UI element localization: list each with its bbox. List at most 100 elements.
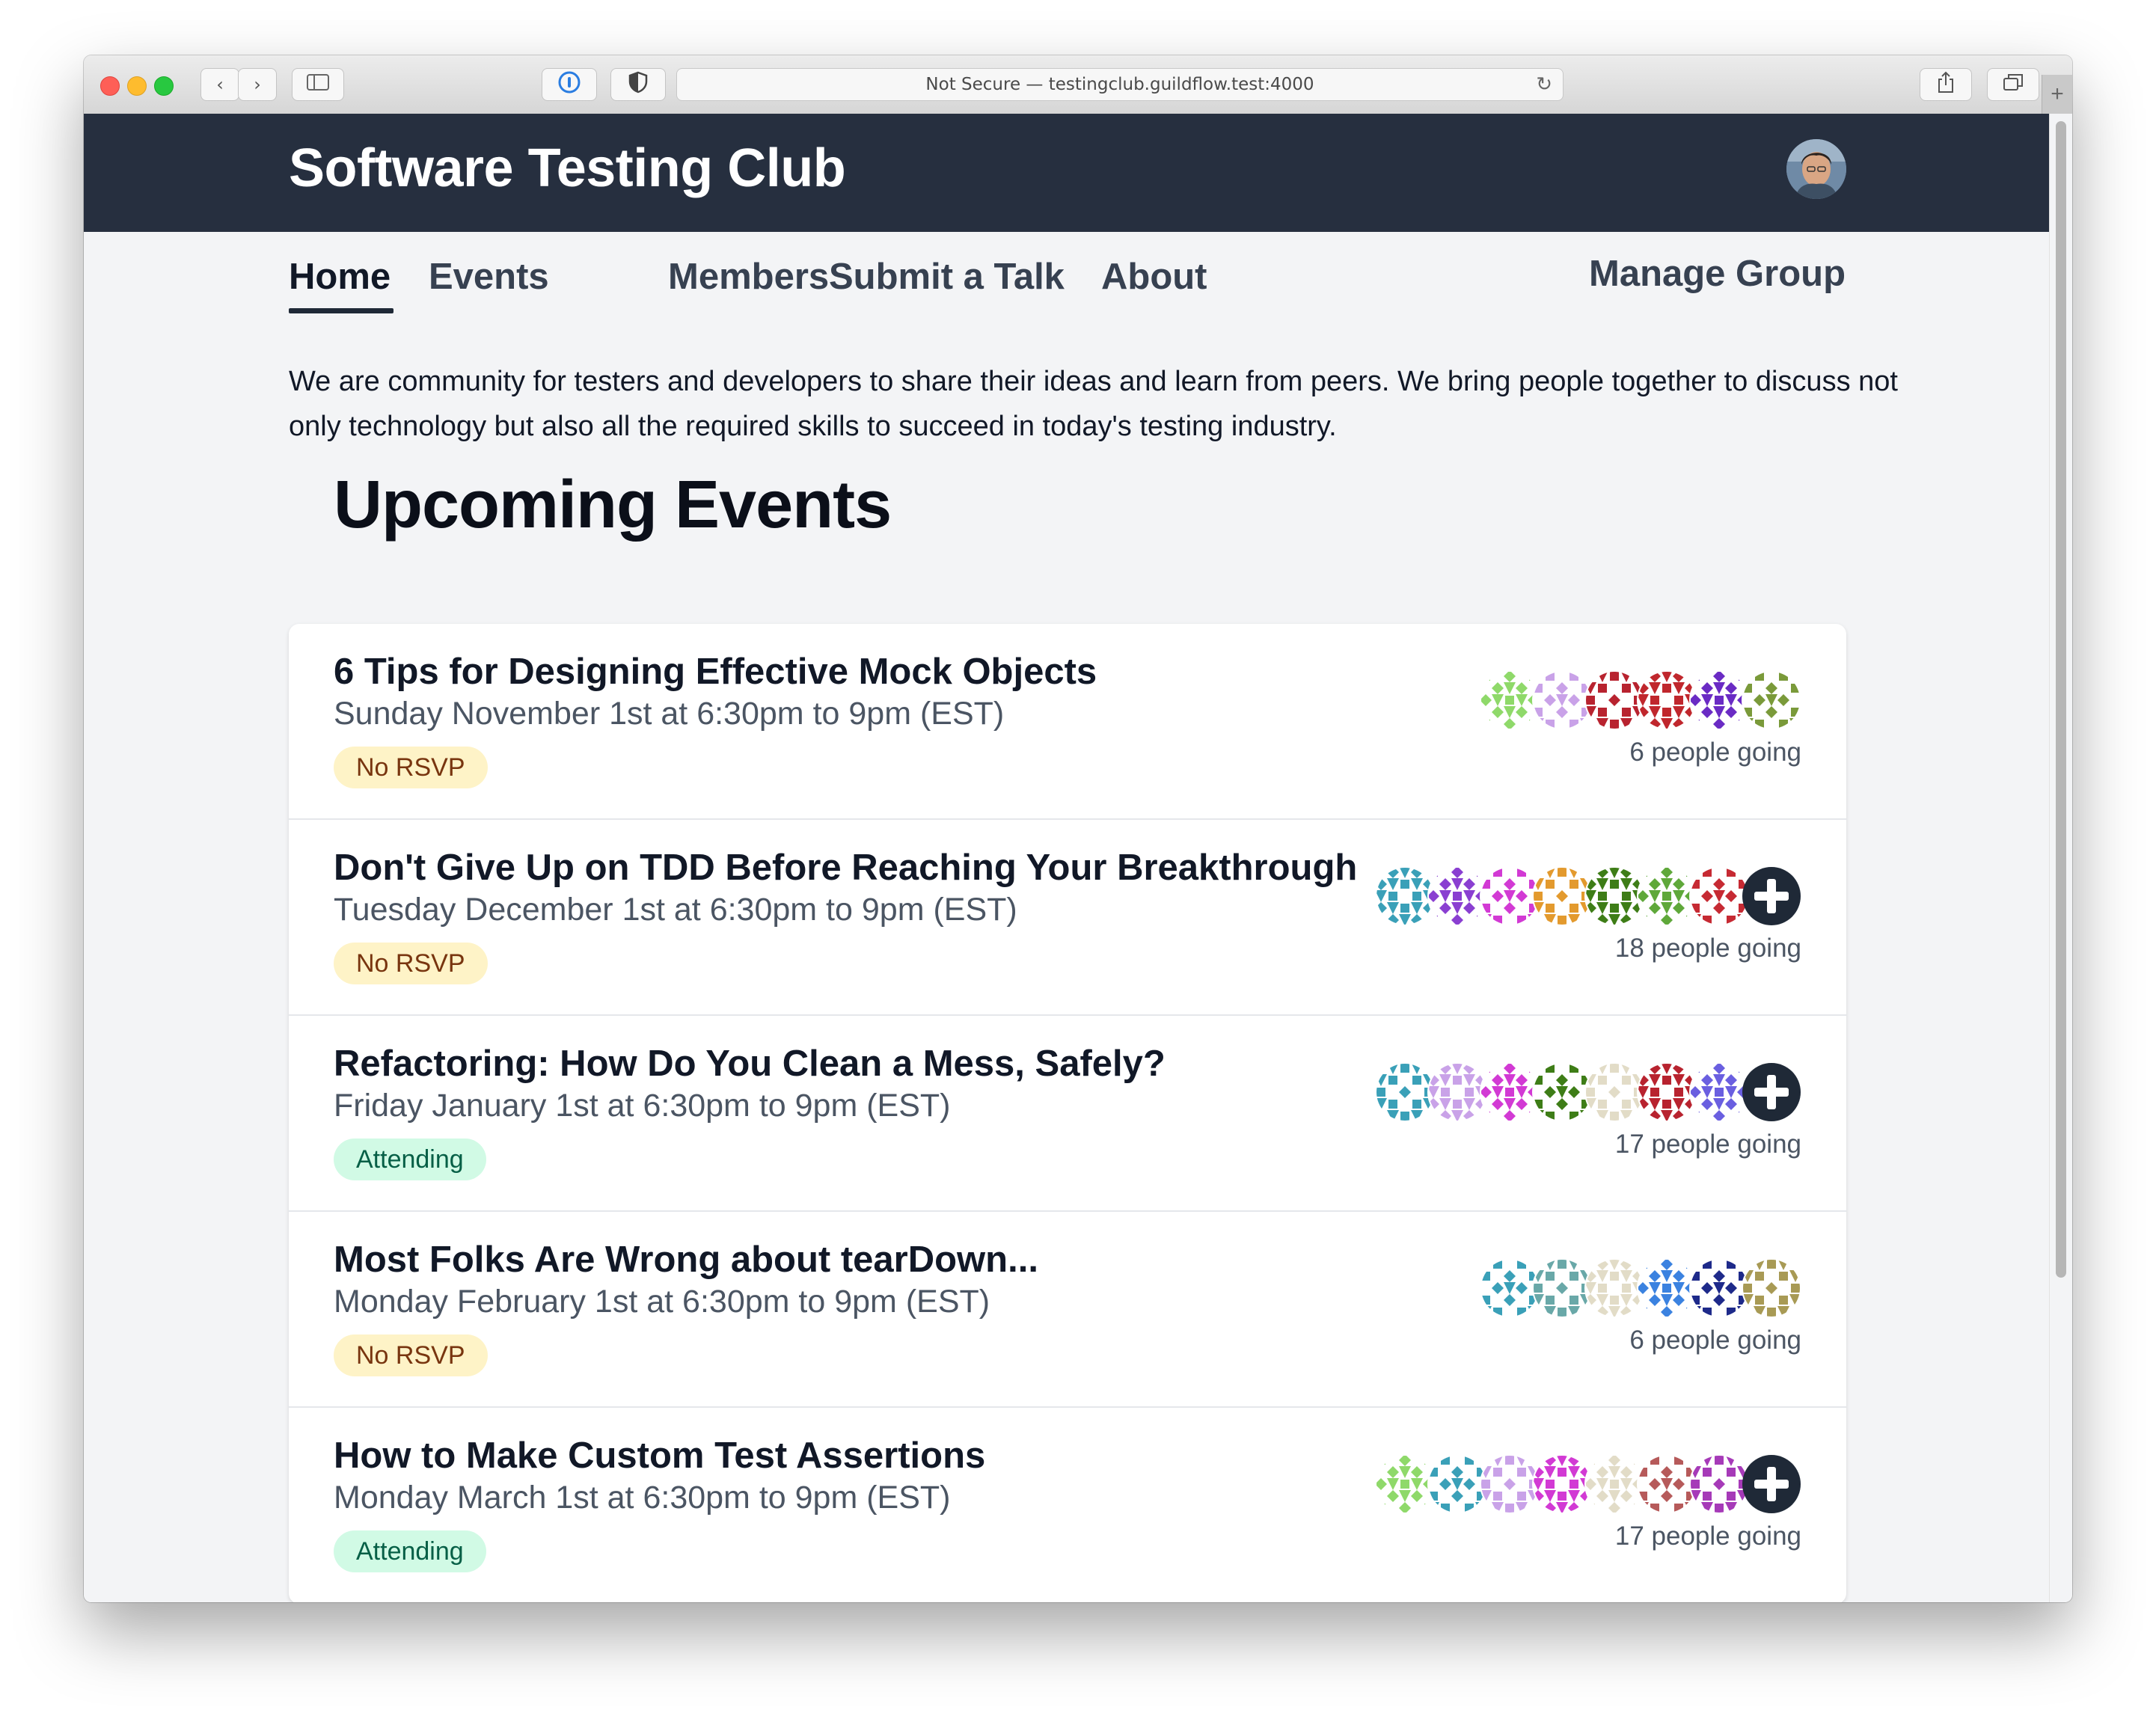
password-manager-button[interactable] bbox=[542, 68, 597, 101]
attendee-avatar[interactable] bbox=[1375, 1454, 1435, 1514]
attendee-avatar[interactable] bbox=[1532, 1062, 1592, 1122]
attendee-avatar[interactable] bbox=[1532, 1454, 1592, 1514]
attendee-avatar[interactable] bbox=[1532, 866, 1592, 926]
attendee-count: 6 people going bbox=[1629, 1326, 1801, 1355]
attendee-avatar[interactable] bbox=[1375, 1062, 1435, 1122]
event-row[interactable]: Don't Give Up on TDD Before Reaching You… bbox=[289, 820, 1846, 1016]
attendee-avatar[interactable] bbox=[1427, 1454, 1487, 1514]
nav-submit-talk[interactable]: Submit a Talk bbox=[829, 256, 1065, 298]
rsvp-status-badge: No RSVP bbox=[334, 943, 488, 984]
attendee-avatar[interactable] bbox=[1689, 1062, 1749, 1122]
nav-events-label: Events bbox=[429, 257, 549, 297]
attendee-avatar[interactable] bbox=[1584, 1258, 1644, 1318]
upcoming-events-heading: Upcoming Events bbox=[334, 468, 892, 542]
event-date: Tuesday December 1st at 6:30pm to 9pm (E… bbox=[334, 892, 1017, 928]
browser-titlebar: ‹ › Not Secure — testingclub.guildflow.t… bbox=[84, 55, 2072, 114]
event-row[interactable]: Most Folks Are Wrong about tearDown... M… bbox=[289, 1212, 1846, 1408]
event-date: Monday March 1st at 6:30pm to 9pm (EST) bbox=[334, 1480, 951, 1516]
attendee-avatar[interactable] bbox=[1689, 670, 1749, 730]
attendee-avatar[interactable] bbox=[1742, 1258, 1801, 1318]
attendee-avatar[interactable] bbox=[1584, 1454, 1644, 1514]
address-bar[interactable]: Not Secure — testingclub.guildflow.test:… bbox=[676, 68, 1564, 101]
attendee-avatar[interactable] bbox=[1637, 1454, 1697, 1514]
attendee-avatar[interactable] bbox=[1584, 866, 1644, 926]
sidebar-icon bbox=[307, 74, 329, 95]
attendee-avatars bbox=[1375, 1062, 1801, 1122]
reload-icon[interactable]: ↻ bbox=[1536, 73, 1552, 96]
attendee-avatar[interactable] bbox=[1480, 670, 1540, 730]
nav-events[interactable]: Events bbox=[429, 256, 549, 298]
attendee-avatar[interactable] bbox=[1532, 1258, 1592, 1318]
event-row[interactable]: Refactoring: How Do You Clean a Mess, Sa… bbox=[289, 1016, 1846, 1212]
nav-about[interactable]: About bbox=[1101, 256, 1207, 298]
attendee-avatar[interactable] bbox=[1742, 670, 1801, 730]
event-title[interactable]: Don't Give Up on TDD Before Reaching You… bbox=[334, 847, 1357, 889]
manage-group-link[interactable]: Manage Group bbox=[1589, 253, 1846, 295]
attendee-avatar[interactable] bbox=[1427, 866, 1487, 926]
back-button[interactable]: ‹ bbox=[200, 68, 239, 101]
attendee-avatar[interactable] bbox=[1637, 1258, 1697, 1318]
attendee-avatar[interactable] bbox=[1480, 1258, 1540, 1318]
plus-icon: + bbox=[2051, 82, 2064, 106]
event-row[interactable]: How to Make Custom Test Assertions Monda… bbox=[289, 1408, 1846, 1602]
privacy-button[interactable] bbox=[610, 68, 666, 101]
rsvp-status-badge: No RSVP bbox=[334, 1334, 488, 1376]
attendee-avatar[interactable] bbox=[1637, 670, 1697, 730]
browser-window: ‹ › Not Secure — testingclub.guildflow.t… bbox=[84, 55, 2072, 1602]
site-title[interactable]: Software Testing Club bbox=[289, 138, 846, 199]
attendee-avatar[interactable] bbox=[1532, 670, 1592, 730]
more-attendees-plus-icon[interactable] bbox=[1742, 1454, 1801, 1514]
scrollbar-thumb[interactable] bbox=[2056, 121, 2066, 1278]
attendee-avatar[interactable] bbox=[1637, 1062, 1697, 1122]
user-avatar[interactable] bbox=[1786, 139, 1846, 199]
attendee-avatar[interactable] bbox=[1584, 1062, 1644, 1122]
attendee-avatar[interactable] bbox=[1689, 1258, 1749, 1318]
attendee-avatar[interactable] bbox=[1375, 866, 1435, 926]
tabs-icon bbox=[2003, 73, 2024, 96]
attendee-avatar[interactable] bbox=[1689, 1454, 1749, 1514]
event-title[interactable]: How to Make Custom Test Assertions bbox=[334, 1435, 985, 1477]
attendee-avatar[interactable] bbox=[1480, 1454, 1540, 1514]
attendee-avatars bbox=[1382, 670, 1801, 730]
nav-home-label: Home bbox=[289, 257, 391, 297]
share-button[interactable] bbox=[1920, 68, 1972, 101]
zoom-window-button[interactable] bbox=[154, 76, 174, 96]
shield-icon bbox=[628, 71, 648, 98]
attendee-avatar[interactable] bbox=[1427, 1062, 1487, 1122]
attendee-avatars bbox=[1382, 1258, 1801, 1318]
nav-active-indicator bbox=[289, 308, 393, 313]
nav-members[interactable]: Members bbox=[668, 256, 829, 298]
attendee-count: 17 people going bbox=[1614, 1522, 1801, 1551]
minimize-window-button[interactable] bbox=[127, 76, 147, 96]
event-title[interactable]: Most Folks Are Wrong about tearDown... bbox=[334, 1239, 1038, 1281]
attendee-count: 17 people going bbox=[1614, 1130, 1801, 1159]
attendee-avatar[interactable] bbox=[1689, 866, 1749, 926]
attendee-avatars bbox=[1375, 1454, 1801, 1514]
address-text: Not Secure — testingclub.guildflow.test:… bbox=[925, 75, 1314, 94]
event-title[interactable]: 6 Tips for Designing Effective Mock Obje… bbox=[334, 651, 1097, 693]
rsvp-status-badge: Attending bbox=[334, 1139, 486, 1180]
web-page: Software Testing Club Home Events Member… bbox=[84, 114, 2050, 1602]
close-window-button[interactable] bbox=[100, 76, 120, 96]
event-title[interactable]: Refactoring: How Do You Clean a Mess, Sa… bbox=[334, 1043, 1166, 1085]
attendee-avatar[interactable] bbox=[1480, 866, 1540, 926]
attendee-avatar[interactable] bbox=[1480, 1062, 1540, 1122]
rsvp-status-badge: No RSVP bbox=[334, 747, 488, 788]
new-tab-button[interactable]: + bbox=[2042, 75, 2072, 114]
more-attendees-plus-icon[interactable] bbox=[1742, 1062, 1801, 1122]
event-row[interactable]: 6 Tips for Designing Effective Mock Obje… bbox=[289, 624, 1846, 820]
page-scrollbar[interactable] bbox=[2049, 114, 2072, 1602]
attendee-avatar[interactable] bbox=[1584, 670, 1644, 730]
attendee-avatar[interactable] bbox=[1637, 866, 1697, 926]
event-date: Monday February 1st at 6:30pm to 9pm (ES… bbox=[334, 1284, 990, 1320]
more-attendees-plus-icon[interactable] bbox=[1742, 866, 1801, 926]
nav-home[interactable]: Home bbox=[289, 256, 391, 298]
event-date: Friday January 1st at 6:30pm to 9pm (EST… bbox=[334, 1088, 951, 1124]
share-icon bbox=[1937, 71, 1955, 98]
sidebar-toggle-button[interactable] bbox=[292, 68, 344, 101]
nav-about-label: About bbox=[1101, 257, 1207, 297]
forward-button[interactable]: › bbox=[238, 68, 277, 101]
attendee-count: 6 people going bbox=[1629, 738, 1801, 767]
nav-submit-talk-label: Submit a Talk bbox=[829, 257, 1065, 297]
tabs-overview-button[interactable] bbox=[1987, 68, 2039, 101]
